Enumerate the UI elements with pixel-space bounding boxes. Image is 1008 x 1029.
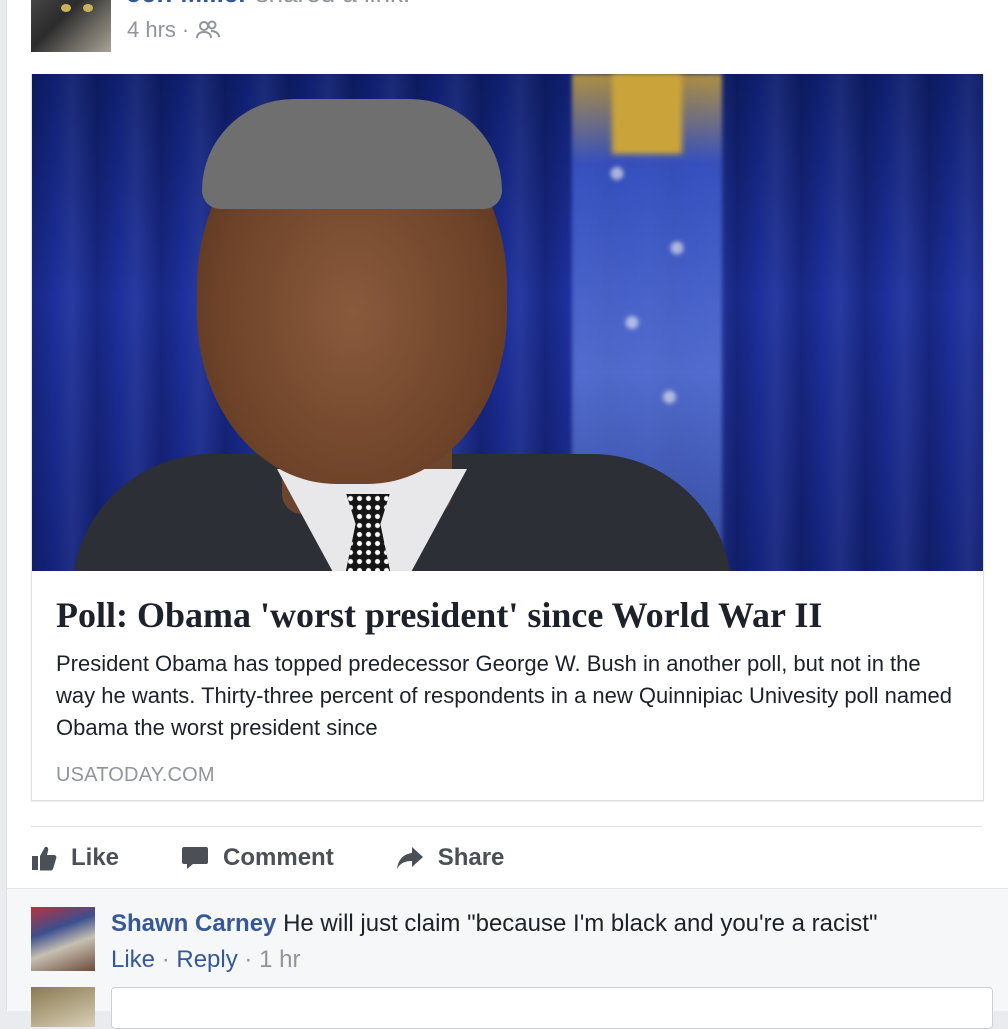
- link-preview[interactable]: Poll: Obama 'worst president' since Worl…: [31, 74, 984, 801]
- current-user-avatar: [31, 987, 95, 1027]
- meta-separator: ·: [181, 17, 190, 42]
- comment-meta-separator: ·: [244, 946, 253, 973]
- feed-post: Jeff Miller shared a link. 4 hrs ·: [6, 0, 1008, 1029]
- comment: Shawn Carney He will just claim "because…: [111, 907, 878, 977]
- comments-section: Shawn Carney He will just claim "because…: [7, 888, 1008, 1029]
- link-preview-text: Poll: Obama 'worst president' since Worl…: [56, 594, 961, 787]
- share-button[interactable]: Share: [396, 844, 505, 872]
- share-label: Share: [437, 844, 505, 871]
- flag-finial: [612, 74, 682, 154]
- avatar-eye: [83, 4, 93, 12]
- link-source: USATODAY.COM: [56, 764, 215, 786]
- commenter-name[interactable]: Shawn Carney: [111, 910, 276, 937]
- comment-button[interactable]: Comment: [181, 844, 334, 872]
- share-arrow-icon: [396, 846, 424, 870]
- comment-meta-separator: ·: [161, 946, 170, 973]
- post-meta: 4 hrs ·: [127, 17, 221, 43]
- post-actions: Like Comment Share: [31, 840, 566, 876]
- like-label: Like: [71, 844, 120, 871]
- write-comment-input[interactable]: [111, 987, 993, 1029]
- author-avatar[interactable]: [31, 0, 111, 52]
- comment-meta: Like · Reply · 1 hr: [111, 943, 878, 977]
- comment-text: He will just claim "because I'm black an…: [283, 910, 878, 937]
- avatar-eye: [61, 4, 71, 12]
- link-description: President Obama has topped predecessor G…: [56, 651, 952, 740]
- comment-reply-link[interactable]: Reply: [176, 946, 237, 973]
- comment-label: Comment: [223, 844, 334, 871]
- author-action: shared a link.: [256, 0, 411, 8]
- link-headline[interactable]: Poll: Obama 'worst president' since Worl…: [56, 594, 961, 636]
- person-hair: [202, 99, 502, 209]
- friends-icon[interactable]: [195, 20, 221, 40]
- comment-like-link[interactable]: Like: [111, 946, 155, 973]
- link-preview-image[interactable]: [32, 74, 983, 571]
- thumbs-up-icon: [31, 845, 57, 871]
- comment-bubble-icon: [181, 845, 209, 871]
- post-author-line: Jeff Miller shared a link.: [127, 0, 410, 9]
- comment-timestamp[interactable]: 1 hr: [259, 946, 300, 973]
- like-button[interactable]: Like: [31, 844, 119, 872]
- post-timestamp[interactable]: 4 hrs: [127, 17, 176, 43]
- commenter-avatar[interactable]: [31, 907, 95, 971]
- author-name[interactable]: Jeff Miller: [127, 0, 248, 8]
- actions-divider: [31, 826, 982, 827]
